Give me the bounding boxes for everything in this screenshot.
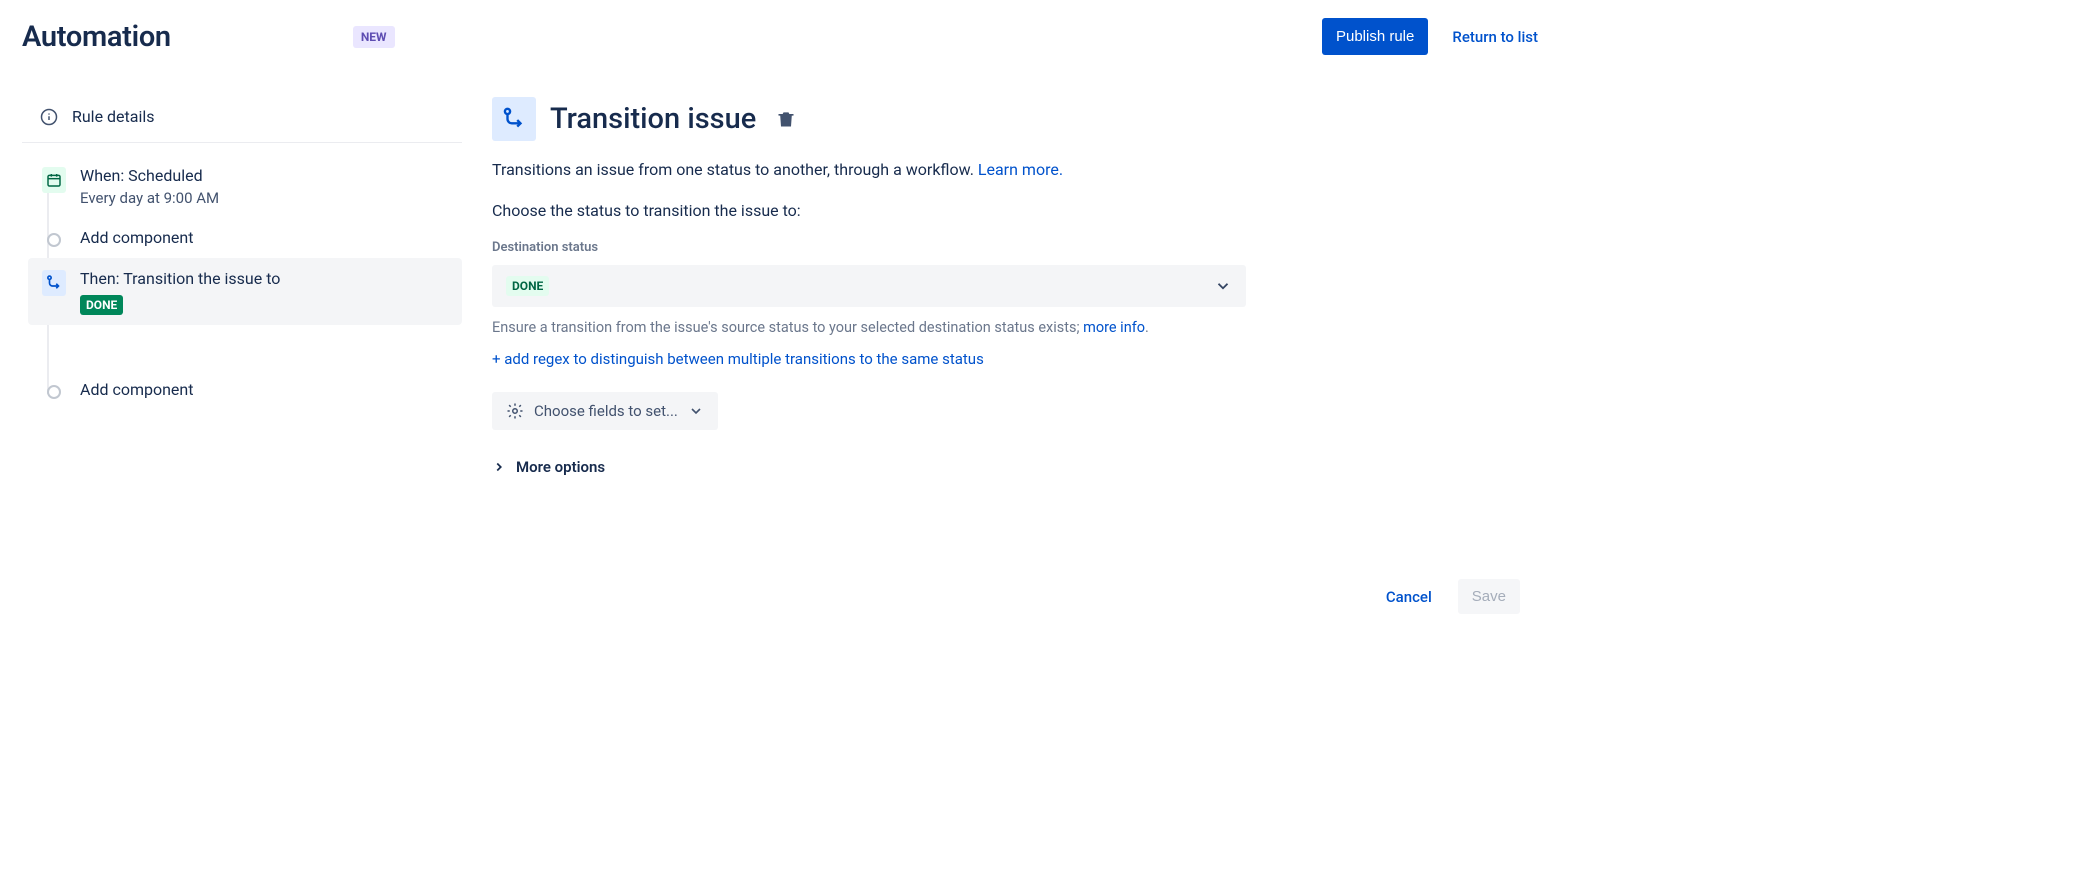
gear-icon xyxy=(506,402,524,420)
publish-rule-button[interactable]: Publish rule xyxy=(1322,18,1428,55)
status-lozenge: DONE xyxy=(80,295,123,315)
helper-text: Ensure a transition from the issue's sou… xyxy=(492,319,1538,336)
action-title: Then: Transition the issue to xyxy=(80,268,448,290)
page-title: Automation xyxy=(22,20,171,54)
new-badge: NEW xyxy=(353,26,395,48)
add-component-top[interactable]: Add component xyxy=(28,217,462,259)
transition-icon xyxy=(492,97,536,141)
panel-title: Transition issue xyxy=(550,102,756,136)
circle-marker-icon xyxy=(47,385,61,399)
divider xyxy=(22,142,462,143)
chevron-down-icon xyxy=(1214,277,1232,295)
more-info-link[interactable]: more info xyxy=(1083,319,1145,336)
circle-marker-icon xyxy=(47,233,61,247)
delete-button[interactable] xyxy=(772,105,800,133)
chevron-down-icon xyxy=(688,403,704,419)
destination-status-label: Destination status xyxy=(492,240,1538,255)
add-component-label: Add component xyxy=(80,227,448,249)
cancel-button[interactable]: Cancel xyxy=(1386,588,1432,606)
selected-status-lozenge: DONE xyxy=(506,276,549,296)
chevron-right-icon xyxy=(492,460,506,474)
choose-fields-label: Choose fields to set... xyxy=(534,402,678,420)
choose-fields-button[interactable]: Choose fields to set... xyxy=(492,392,718,430)
info-icon xyxy=(40,108,58,126)
trigger-subtitle: Every day at 9:00 AM xyxy=(80,189,448,207)
learn-more-link[interactable]: Learn more. xyxy=(978,160,1063,179)
panel-description: Transitions an issue from one status to … xyxy=(492,159,1538,181)
rule-details-link[interactable]: Rule details xyxy=(22,93,462,140)
more-options-label: More options xyxy=(516,458,605,476)
action-step-transition[interactable]: Then: Transition the issue to DONE xyxy=(28,258,462,325)
save-button[interactable]: Save xyxy=(1458,579,1520,614)
add-regex-link[interactable]: + add regex to distinguish between multi… xyxy=(492,350,1538,368)
trigger-step[interactable]: When: Scheduled Every day at 9:00 AM xyxy=(28,155,462,217)
destination-status-select[interactable]: DONE xyxy=(492,265,1246,307)
trigger-title: When: Scheduled xyxy=(80,165,448,187)
calendar-icon xyxy=(42,167,66,193)
rule-details-label: Rule details xyxy=(72,107,155,126)
add-component-bottom[interactable]: Add component xyxy=(28,369,462,411)
return-to-list-link[interactable]: Return to list xyxy=(1452,28,1538,46)
choose-status-label: Choose the status to transition the issu… xyxy=(492,201,1538,220)
more-options-toggle[interactable]: More options xyxy=(492,458,1538,476)
add-component-label: Add component xyxy=(80,379,448,401)
trash-icon xyxy=(776,109,796,129)
transition-icon xyxy=(42,270,66,296)
